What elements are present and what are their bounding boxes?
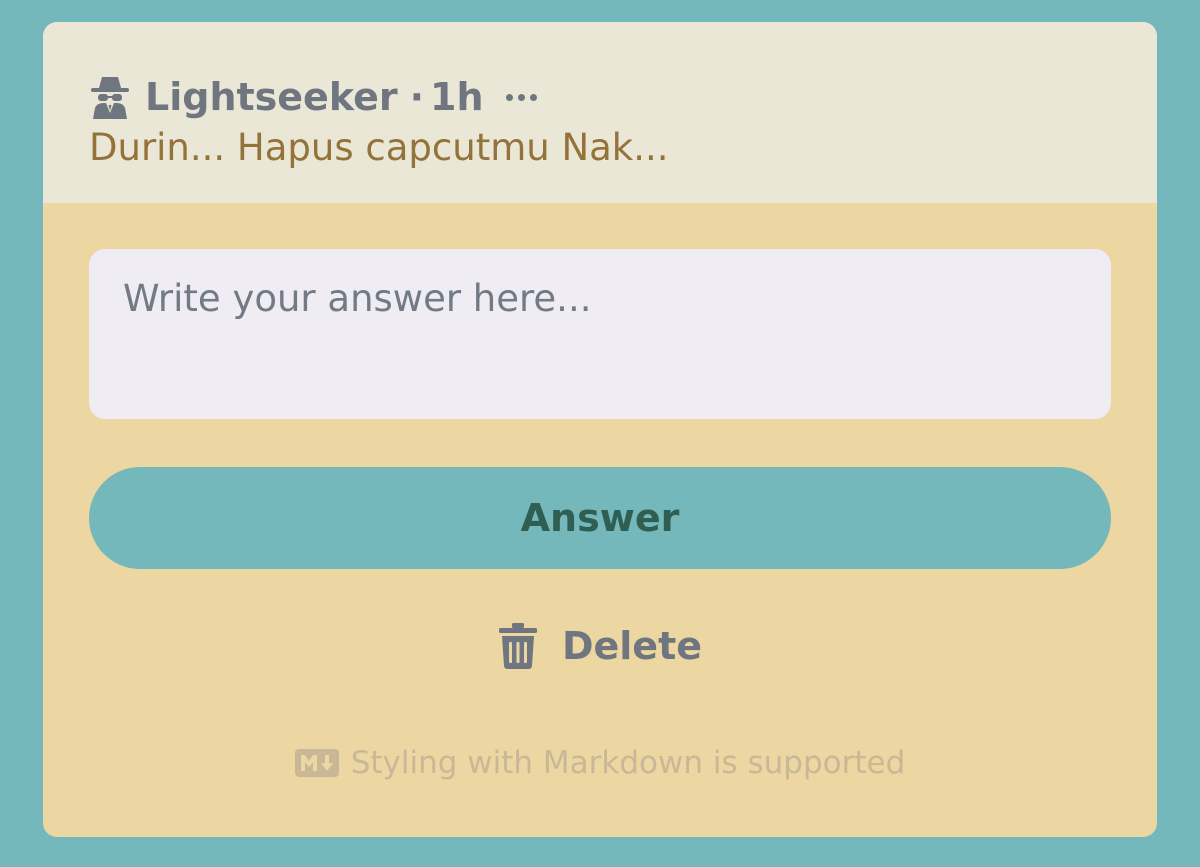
ellipsis-icon (529, 93, 537, 101)
spy-icon (89, 75, 131, 119)
answer-input[interactable] (89, 249, 1111, 419)
question-card: Lightseeker · 1h Durin... Hapus capcutmu… (43, 22, 1157, 837)
answer-button[interactable]: Answer (89, 467, 1111, 569)
post-meta: Lightseeker · 1h (89, 72, 537, 122)
post-time: 1h (430, 75, 484, 119)
markdown-note-text: Styling with Markdown is supported (350, 745, 906, 781)
trash-icon (498, 622, 538, 670)
question-text: Durin... Hapus capcutmu Nak... (89, 126, 669, 169)
delete-label: Delete (561, 624, 703, 668)
question-header: Lightseeker · 1h Durin... Hapus capcutmu… (43, 22, 1157, 203)
meta-separator: · (409, 75, 425, 119)
markdown-hint: Styling with Markdown is supported (43, 740, 1157, 786)
author-name[interactable]: Lightseeker (145, 75, 398, 119)
ellipsis-icon (505, 93, 513, 101)
ellipsis-icon (517, 93, 525, 101)
markdown-icon (294, 749, 339, 777)
delete-button[interactable]: Delete (43, 618, 1157, 674)
more-options-button[interactable] (505, 77, 537, 117)
